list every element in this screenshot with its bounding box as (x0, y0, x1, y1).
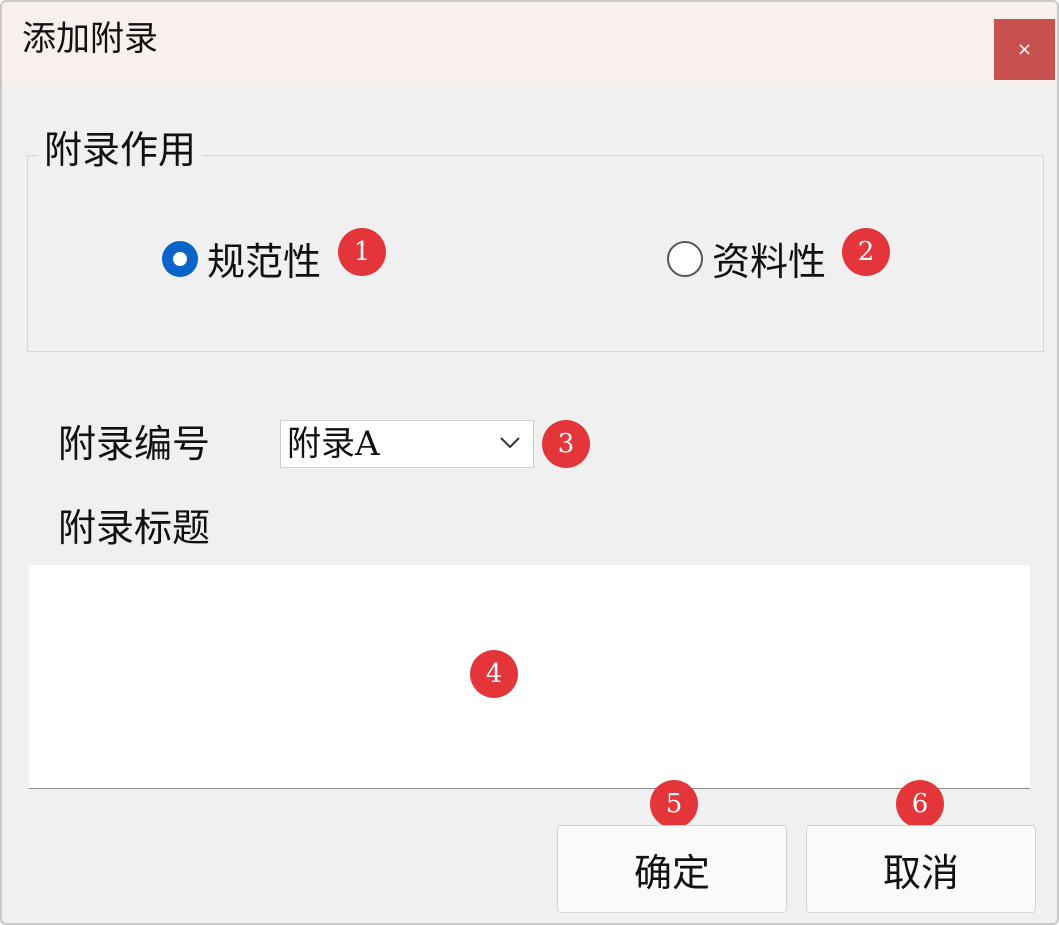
appendix-number-value: 附录A (287, 424, 380, 464)
close-icon: × (1016, 39, 1033, 60)
ok-button-label: 确定 (633, 850, 710, 895)
radio-informative-label: 资料性 (712, 240, 827, 284)
callout-badge: 6 (896, 780, 944, 828)
callout-badge: 5 (650, 780, 698, 828)
add-appendix-dialog: 添加附录 × 附录作用 规范性 1 资料性 2 附录编号 附录A 3 附录标题 … (0, 0, 1059, 925)
callout-badge: 2 (842, 228, 890, 276)
radio-normative[interactable]: 规范性 (162, 231, 321, 286)
ok-button[interactable]: 确定 (557, 825, 787, 913)
appendix-number-label: 附录编号 (58, 422, 211, 466)
callout-badge: 4 (470, 650, 518, 698)
dialog-title: 添加附录 (22, 19, 158, 59)
callout-badge: 1 (338, 228, 386, 276)
purpose-group-legend: 附录作用 (38, 129, 203, 172)
cancel-button-label: 取消 (882, 850, 959, 895)
appendix-number-dropdown[interactable]: 附录A (280, 420, 534, 468)
chevron-down-icon (500, 437, 520, 449)
appendix-title-label: 附录标题 (58, 506, 211, 550)
close-button[interactable]: × (994, 19, 1055, 80)
cancel-button[interactable]: 取消 (806, 825, 1036, 913)
appendix-title-input[interactable] (29, 565, 1030, 789)
radio-checked-icon[interactable] (162, 240, 198, 277)
title-bar: 添加附录 × (2, 2, 1057, 85)
radio-normative-label: 规范性 (207, 240, 322, 284)
radio-informative[interactable]: 资料性 (667, 231, 826, 286)
callout-badge: 3 (542, 420, 590, 468)
radio-unchecked-icon[interactable] (667, 240, 703, 277)
